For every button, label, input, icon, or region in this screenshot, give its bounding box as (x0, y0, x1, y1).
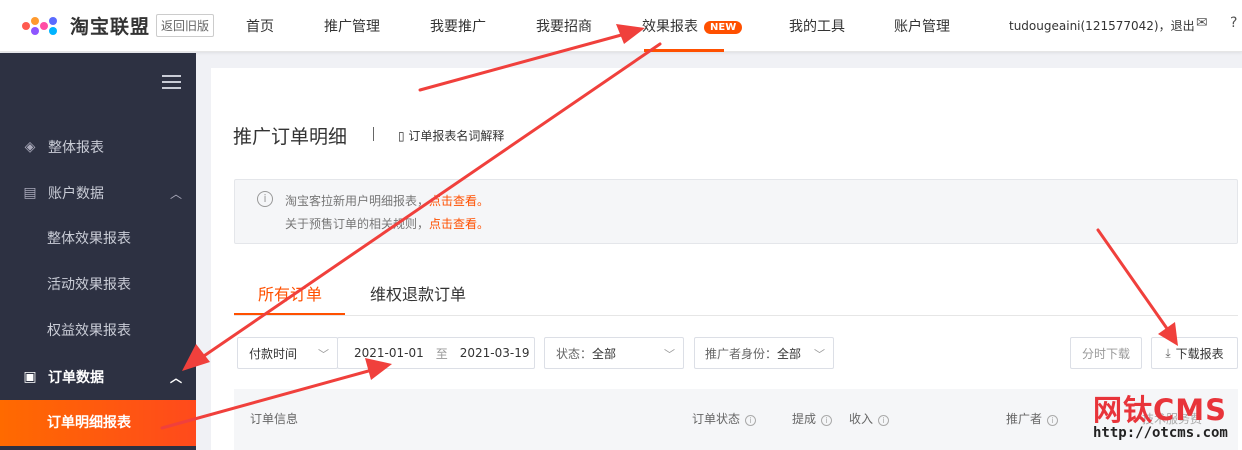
status-label: 状态： (556, 346, 593, 361)
sidebar-item-label: 订单数据 (48, 370, 104, 386)
sidebar-item-order-data[interactable]: ▣ 订单数据 ︿ (0, 354, 196, 400)
title-divider (373, 127, 374, 141)
help-icon[interactable]: ? (1230, 15, 1237, 31)
tab-refund-orders[interactable]: 维权退款订单 (370, 281, 466, 305)
nav-promotion-manage[interactable]: 推广管理 (324, 16, 380, 36)
nav-promote[interactable]: 我要推广 (430, 16, 486, 36)
column-header-label: 推广者 (1006, 412, 1043, 426)
info-icon: i (257, 191, 273, 207)
notice-box: i 淘宝客拉新用户明细报表，点击查看。 关于预售订单的相关规则，点击查看。 (234, 179, 1238, 244)
logo[interactable]: 淘宝联盟 返回旧版 (22, 12, 215, 39)
nav-effect-report[interactable]: 效果报表 NEW (642, 16, 743, 36)
column-header-income: 收入 i (849, 410, 890, 427)
time-type-select[interactable]: 付款时间 ﹀ (237, 337, 338, 369)
sidebar-item-overall-effect[interactable]: 整体效果报表 (0, 216, 196, 262)
book-icon: ▯ (398, 129, 409, 143)
sidebar-item-rights-effect[interactable]: 权益效果报表 (0, 308, 196, 354)
chevron-down-icon: ﹀ (318, 348, 329, 361)
nav-home[interactable]: 首页 (246, 16, 274, 36)
menu-toggle-icon[interactable] (162, 75, 181, 89)
user-info-logout[interactable]: tudougeaini(121577042)，退出 (1009, 17, 1195, 34)
column-header-label: 提成 (792, 412, 817, 426)
info-icon[interactable]: i (821, 415, 833, 426)
download-report-label: 下载报表 (1175, 346, 1224, 361)
tab-active-underline (234, 313, 345, 315)
column-header-label: 订单状态 (692, 412, 741, 426)
nav-my-tools[interactable]: 我的工具 (789, 16, 845, 36)
info-icon[interactable]: i (745, 415, 757, 426)
info-icon[interactable]: i (878, 415, 890, 426)
new-badge: NEW (704, 21, 743, 34)
order-icon: ▣ (23, 369, 37, 385)
column-header-order-info: 订单信息 (250, 412, 299, 426)
table-header: 订单信息 订单状态 i 提成 i 收入 i 推广者 i 技术服务费 (234, 389, 1238, 450)
watermark-url: http://otcms.com (1093, 425, 1228, 441)
tab-all-orders[interactable]: 所有订单 (258, 281, 322, 305)
notice-text-2: 关于预售订单的相关规则， (285, 217, 430, 231)
date-separator: 至 (435, 346, 448, 361)
sidebar: ◈ 整体报表 ▤ 账户数据 ︿ 整体效果报表 活动效果报表 权益效果报表 ▣ 订… (0, 53, 196, 450)
tab-divider (234, 315, 1238, 316)
layers-icon: ◈ (24, 139, 36, 155)
role-label: 推广者身份： (705, 346, 778, 361)
logo-icon (22, 15, 64, 37)
download-icon: ⤓ (1165, 345, 1171, 360)
sidebar-item-account-data[interactable]: ▤ 账户数据 ︿ (0, 170, 196, 216)
back-old-version-button[interactable]: 返回旧版 (156, 14, 215, 37)
date-range-picker[interactable]: 2021-01-01 至 2021-03-19 (337, 337, 535, 369)
sidebar-item-order-detail[interactable]: 订单明细报表 (0, 400, 196, 446)
glossary-link[interactable]: ▯ 订单报表名词解释 (398, 127, 504, 144)
notice-line-2: 关于预售订单的相关规则，点击查看。 (285, 215, 489, 232)
notice-link-2[interactable]: 点击查看。 (429, 217, 489, 231)
notice-link-1[interactable]: 点击查看。 (429, 194, 489, 208)
page-title: 推广订单明细 (233, 126, 348, 148)
promoter-role-select[interactable]: 推广者身份： 全部 ﹀ (694, 337, 834, 369)
notice-text-1: 淘宝客拉新用户明细报表， (285, 194, 430, 208)
notice-line-1: 淘宝客拉新用户明细报表，点击查看。 (285, 192, 489, 209)
mail-icon[interactable]: ✉ (1196, 15, 1208, 31)
chevron-up-icon: ︿ (169, 186, 182, 201)
column-header-commission: 提成 i (792, 410, 833, 427)
chevron-down-icon: ﹀ (664, 348, 675, 361)
sidebar-item-activity-effect[interactable]: 活动效果报表 (0, 262, 196, 308)
status-value: 全部 (592, 346, 617, 361)
watermark-logo: 网钛CMS (1093, 393, 1228, 427)
nav-effect-report-label: 效果报表 (642, 19, 698, 35)
sidebar-item-label: 整体报表 (48, 140, 104, 156)
glossary-label: 订单报表名词解释 (408, 129, 505, 143)
role-value: 全部 (777, 346, 802, 361)
sidebar-item-label: 账户数据 (48, 186, 104, 202)
date-end[interactable]: 2021-03-19 (460, 346, 530, 360)
split-download-button[interactable]: 分时下载 (1070, 337, 1142, 369)
date-start[interactable]: 2021-01-01 (354, 346, 424, 360)
logo-text: 淘宝联盟 (70, 16, 151, 38)
info-icon[interactable]: i (1047, 415, 1059, 426)
sidebar-item-overall-report[interactable]: ◈ 整体报表 (0, 124, 196, 170)
nav-active-underline (644, 49, 724, 52)
report-icon: ▤ (23, 185, 37, 201)
chevron-up-icon: ︿ (169, 370, 182, 385)
nav-merchant-recruit[interactable]: 我要招商 (536, 16, 592, 36)
time-type-value: 付款时间 (249, 346, 298, 361)
top-navbar: 淘宝联盟 返回旧版 首页 推广管理 我要推广 我要招商 效果报表 NEW 我的工具… (0, 0, 1242, 52)
column-header-order-status: 订单状态 i (692, 410, 757, 427)
download-report-button[interactable]: ⤓ 下载报表 (1151, 337, 1238, 369)
nav-account-manage[interactable]: 账户管理 (894, 16, 950, 36)
column-header-label: 收入 (849, 412, 874, 426)
status-select[interactable]: 状态： 全部 ﹀ (544, 337, 684, 369)
chevron-down-icon: ﹀ (814, 348, 825, 361)
column-header-promoter: 推广者 i (1006, 410, 1059, 427)
